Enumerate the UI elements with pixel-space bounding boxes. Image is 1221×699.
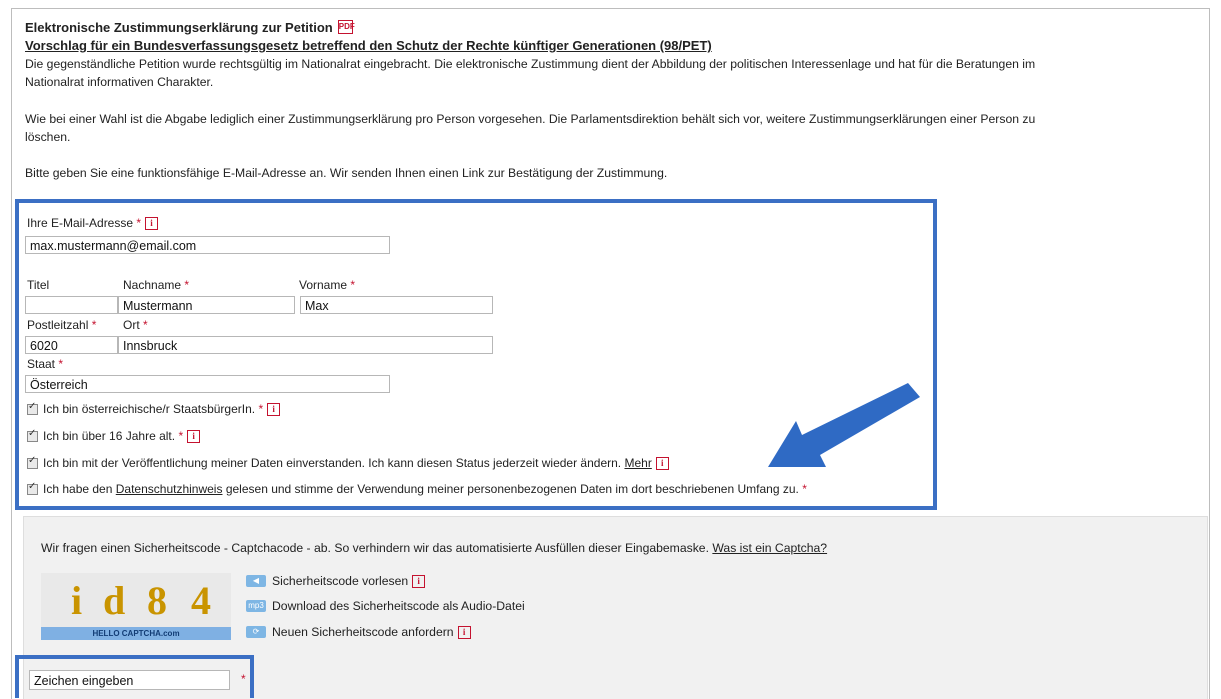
titel-field[interactable] [25, 296, 118, 314]
titel-label: Titel [27, 278, 50, 292]
checkbox-row-publish: Ich bin mit der Veröffentlichung meiner … [27, 455, 669, 471]
email-field[interactable]: max.mustermann@email.com [25, 236, 390, 254]
vorname-field[interactable]: Max [300, 296, 493, 314]
captcha-char: 8 [147, 578, 167, 623]
info-icon[interactable]: i [187, 430, 201, 444]
staat-select[interactable]: Österreich [25, 375, 390, 393]
info-icon[interactable]: i [267, 403, 281, 417]
pdf-icon[interactable]: PDF [337, 20, 355, 34]
new-code-link[interactable]: Neuen Sicherheitscode anfordern i [272, 625, 471, 640]
speaker-icon[interactable]: ◀ [246, 575, 266, 587]
vorname-label: Vorname * [299, 278, 356, 292]
pointer-arrow [768, 383, 920, 467]
checkbox-row-citizen: Ich bin österreichische/r StaatsbürgerIn… [27, 401, 281, 417]
plz-label: Postleitzahl * [27, 318, 97, 332]
info-icon[interactable]: i [145, 217, 159, 231]
age-checkbox[interactable] [27, 428, 38, 443]
plz-field[interactable]: 6020 [25, 336, 118, 354]
nachname-label: Nachname * [123, 278, 190, 292]
email-hint-paragraph: Bitte geben Sie eine funktionsfähige E-M… [25, 166, 668, 180]
refresh-icon[interactable]: ⟳ [246, 626, 266, 638]
captcha-input[interactable]: Zeichen eingeben [29, 670, 230, 690]
rule-paragraph-line1: Wie bei einer Wahl ist die Abgabe ledigl… [25, 112, 1036, 126]
petition-subtitle[interactable]: Vorschlag für ein Bundesverfassungsgeset… [25, 38, 712, 53]
publish-checkbox[interactable] [27, 455, 38, 470]
mehr-link[interactable]: Mehr [624, 456, 651, 470]
info-icon[interactable]: i [412, 575, 426, 589]
captcha-char: 4 [191, 578, 211, 623]
download-audio-link[interactable]: Download des Sicherheitscode als Audio-D… [272, 599, 525, 614]
privacy-checkbox[interactable] [27, 481, 38, 496]
captcha-info-link[interactable]: Was ist ein Captcha? [712, 541, 827, 555]
ort-field[interactable]: Innsbruck [118, 336, 493, 354]
captcha-image: i d 8 4 HELLO CAPTCHA.com [41, 573, 231, 640]
page-title: Elektronische Zustimmungserklärung zur P… [25, 20, 355, 35]
audio-file-icon[interactable]: mp3 [246, 600, 266, 612]
info-icon[interactable]: i [655, 457, 669, 471]
citizen-checkbox[interactable] [27, 401, 38, 416]
rule-paragraph-line2: löschen. [25, 130, 71, 144]
email-label: Ihre E-Mail-Adresse * i [27, 216, 159, 231]
datenschutz-link[interactable]: Datenschutzhinweis [116, 482, 223, 496]
nachname-field[interactable]: Mustermann [118, 296, 295, 314]
ort-label: Ort * [123, 318, 148, 332]
captcha-brand: HELLO CAPTCHA.com [41, 627, 231, 640]
checkbox-row-age: Ich bin über 16 Jahre alt. *i [27, 428, 201, 444]
captcha-char: i [71, 578, 83, 623]
captcha-required-mark: * [241, 672, 246, 686]
intro-paragraph-line2: Nationalrat informativen Charakter. [25, 75, 214, 89]
read-aloud-link[interactable]: Sicherheitscode vorlesen i [272, 574, 426, 589]
info-icon[interactable]: i [457, 626, 471, 640]
checkbox-row-privacy: Ich habe den Datenschutzhinweis gelesen … [27, 481, 807, 496]
intro-paragraph-line1: Die gegenständliche Petition wurde recht… [25, 57, 1036, 71]
captcha-char: d [103, 578, 126, 623]
staat-label: Staat * [27, 357, 64, 371]
captcha-intro: Wir fragen einen Sicherheitscode - Captc… [41, 541, 828, 555]
